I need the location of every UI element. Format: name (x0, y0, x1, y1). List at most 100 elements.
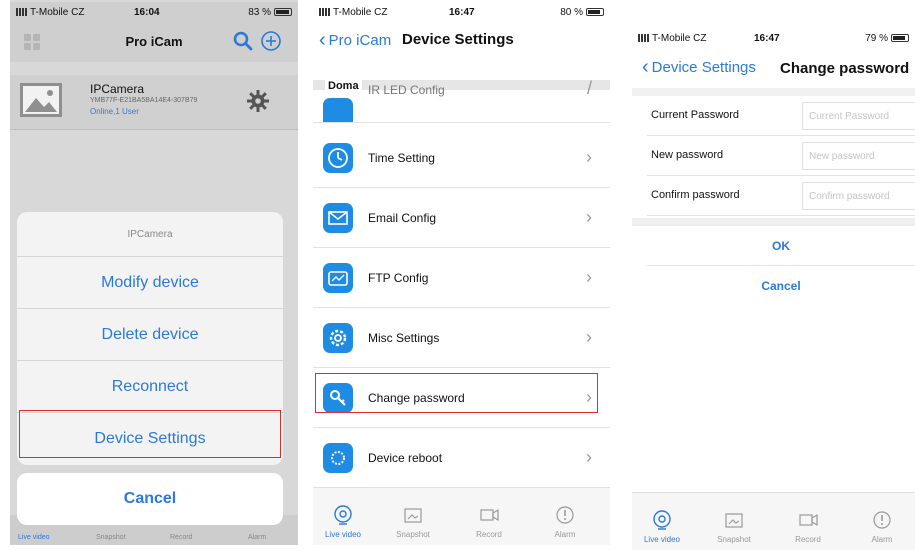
settings-row-misc-settings[interactable]: Misc Settings › (313, 308, 610, 368)
tab-record[interactable]: Record (778, 509, 838, 544)
ok-button[interactable]: OK (647, 226, 915, 266)
current-password-row: Current Password (647, 96, 915, 136)
tab-live-video[interactable]: Live video (632, 509, 692, 544)
back-button[interactable]: ‹ Pro iCam (319, 30, 391, 50)
mail-icon (323, 202, 353, 233)
reconnect-button[interactable]: Reconnect (17, 361, 283, 413)
battery-percent: 80 % (560, 6, 583, 18)
camera-id: YMB77F-E21BA5BA14E4-307B79 (90, 97, 198, 104)
highlight-box (315, 373, 598, 413)
tab-bar: Live video Snapshot Record Alarm (313, 487, 610, 545)
tab-alarm[interactable]: Alarm (248, 534, 266, 541)
modify-device-button[interactable]: Modify device (17, 257, 283, 309)
carrier-text: T-Mobile CZ (333, 6, 388, 18)
back-button[interactable]: ‹ Device Settings (642, 57, 756, 77)
battery-icon (586, 8, 604, 16)
settings-row-ftp-config[interactable]: FTP Config › (313, 248, 610, 308)
carrier-label: T-Mobile CZ (16, 7, 84, 18)
section-header: Doma (325, 80, 362, 92)
confirm-password-input[interactable] (802, 182, 915, 210)
navigation-bar: ‹ Pro iCam Device Settings (313, 22, 610, 58)
settings-row-label: Misc Settings (368, 330, 440, 345)
gear-icon[interactable] (246, 89, 270, 113)
navigation-bar: Pro iCam (10, 22, 298, 62)
tab-live-video[interactable]: Live video (313, 504, 373, 539)
tab-label: Alarm (871, 535, 893, 544)
tab-live-video[interactable]: Live video (18, 534, 50, 541)
cancel-button[interactable]: Cancel (17, 473, 283, 525)
tab-record[interactable]: Record (170, 534, 193, 541)
search-icon[interactable] (232, 30, 254, 52)
new-password-label: New password (651, 149, 724, 161)
live-video-icon (334, 505, 352, 525)
tab-label: Snapshot (396, 530, 430, 539)
tab-bar: Live video Snapshot Record Alarm (632, 492, 915, 550)
battery-indicator: 83 % (248, 7, 292, 18)
record-icon (480, 508, 499, 522)
section-divider (632, 218, 915, 226)
page-title: Device Settings (402, 31, 514, 48)
camera-list-item[interactable]: IPCamera YMB77F-E21BA5BA14E4-307B79 Onli… (10, 75, 298, 130)
chevron-left-icon: ‹ (319, 29, 326, 51)
current-password-label: Current Password (651, 109, 740, 121)
carrier-label: T-Mobile CZ (638, 33, 706, 44)
settings-row-label: Time Setting (368, 150, 435, 165)
tab-snapshot[interactable]: Snapshot (383, 504, 443, 539)
chevron-right-icon: › (586, 267, 592, 287)
settings-row-label: FTP Config (368, 270, 429, 285)
settings-row-device-reboot[interactable]: Device reboot › (313, 428, 610, 488)
tab-record[interactable]: Record (459, 504, 519, 539)
battery-percent: 79 % (865, 32, 888, 44)
action-sheet-title: IPCamera (17, 212, 283, 257)
carrier-label: T-Mobile CZ (319, 7, 387, 18)
tab-snapshot[interactable]: Snapshot (96, 534, 126, 541)
highlight-box (19, 410, 281, 458)
chevron-right-icon: › (586, 147, 592, 167)
page-title: Pro iCam (125, 34, 183, 49)
clock: 16:47 (754, 32, 780, 44)
add-device-icon[interactable] (260, 30, 282, 52)
record-icon (799, 513, 818, 527)
delete-device-button[interactable]: Delete device (17, 309, 283, 361)
tab-label: Live video (324, 530, 362, 539)
back-label: Pro iCam (328, 31, 392, 49)
signal-icon (638, 33, 650, 42)
back-label: Device Settings (651, 58, 756, 76)
battery-icon (274, 8, 292, 16)
clock: 16:04 (134, 6, 160, 18)
chevron-right-icon: › (586, 447, 592, 467)
alarm-icon (556, 506, 574, 524)
new-password-row: New password (647, 136, 915, 176)
tab-label: Alarm (554, 530, 576, 539)
page-title: Change password (780, 60, 910, 77)
chevron-right-icon: › (586, 207, 592, 227)
settings-cog-icon (323, 322, 353, 353)
new-password-input[interactable] (802, 142, 915, 170)
tab-label: Live video (643, 535, 681, 544)
camera-thumbnail-icon (20, 83, 62, 117)
battery-indicator: 79 % (865, 33, 909, 44)
clock: 16:47 (449, 6, 475, 18)
chevron-left-icon: ‹ (642, 56, 649, 78)
settings-row-email-config[interactable]: Email Config › (313, 188, 610, 248)
settings-row-label: Email Config (368, 210, 437, 225)
chevron-right-icon: / (586, 80, 592, 98)
camera-status: Online,1 User (90, 107, 139, 116)
tab-alarm[interactable]: Alarm (852, 509, 912, 544)
status-bar: T-Mobile CZ 16:47 79 % (632, 28, 915, 48)
snapshot-icon (725, 513, 743, 528)
tab-label: Record (476, 530, 502, 539)
ir-led-icon (323, 98, 353, 122)
battery-percent: 83 % (248, 6, 271, 18)
ftp-folder-icon (323, 262, 353, 293)
tab-alarm[interactable]: Alarm (535, 504, 595, 539)
confirm-password-label: Confirm password (651, 189, 740, 201)
tab-label: Record (795, 535, 821, 544)
settings-row-time-setting[interactable]: Time Setting › (313, 128, 610, 188)
cancel-button[interactable]: Cancel (647, 266, 915, 306)
status-bar: T-Mobile CZ 16:04 83 % (10, 2, 298, 22)
tab-snapshot[interactable]: Snapshot (704, 509, 764, 544)
current-password-input[interactable] (802, 102, 915, 130)
section-divider (632, 88, 915, 96)
chevron-right-icon: › (586, 327, 592, 347)
